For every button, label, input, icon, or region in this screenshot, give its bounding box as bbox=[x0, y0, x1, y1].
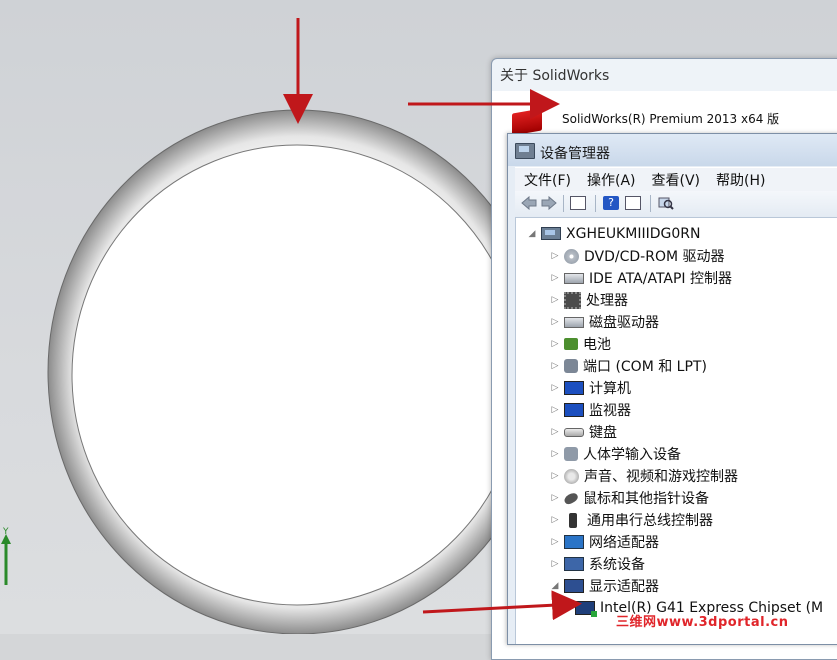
disc-drive-icon bbox=[564, 248, 579, 264]
usb-icon bbox=[569, 512, 577, 528]
tree-category-item[interactable]: ▷ 系统设备 bbox=[549, 553, 645, 575]
tree-category-item[interactable]: ▷ 端口 (COM 和 LPT) bbox=[549, 355, 707, 377]
view-icon[interactable] bbox=[625, 196, 641, 210]
forward-arrow-icon[interactable] bbox=[541, 196, 557, 210]
tree-category-item[interactable]: ▷ 网络适配器 bbox=[549, 531, 659, 553]
menu-help[interactable]: 帮助(H) bbox=[707, 168, 772, 190]
expand-arrow-icon[interactable]: ▷ bbox=[549, 295, 561, 305]
back-arrow-icon[interactable] bbox=[521, 196, 537, 210]
expand-arrow-icon[interactable]: ▷ bbox=[549, 493, 561, 503]
tree-category-label: 网络适配器 bbox=[589, 535, 659, 551]
tree-category-label: 声音、视频和游戏控制器 bbox=[584, 469, 738, 485]
tree-category-item[interactable]: ▷ 磁盘驱动器 bbox=[549, 311, 659, 333]
device-manager-title: 设备管理器 bbox=[540, 146, 610, 162]
tree-category-label: DVD/CD-ROM 驱动器 bbox=[584, 249, 725, 265]
tree-category-label: 计算机 bbox=[589, 381, 631, 397]
tree-category-item[interactable]: ▷ 人体学输入设备 bbox=[549, 443, 681, 465]
expand-arrow-icon[interactable]: ▷ bbox=[549, 273, 561, 283]
help-icon[interactable]: ? bbox=[603, 196, 619, 210]
ide-controller-icon bbox=[564, 272, 584, 284]
expand-arrow-icon[interactable]: ▷ bbox=[549, 317, 561, 327]
tree-category-item[interactable]: ▷ 电池 bbox=[549, 333, 611, 355]
axis-triad-icon bbox=[1, 534, 11, 585]
system-device-icon bbox=[564, 557, 584, 571]
tree-category-item[interactable]: ▷ 鼠标和其他指针设备 bbox=[549, 487, 709, 509]
scan-hardware-icon[interactable] bbox=[658, 196, 674, 210]
menu-bar: 文件(F) 操作(A) 查看(V) 帮助(H) bbox=[515, 167, 837, 191]
display-adapter-device-icon bbox=[575, 601, 597, 617]
device-manager-titlebar[interactable]: 设备管理器 bbox=[508, 134, 837, 166]
tree-category-label: 键盘 bbox=[589, 425, 617, 441]
about-dialog-title: 关于 SolidWorks bbox=[500, 68, 610, 84]
tree-root[interactable]: ◢ XGHEUKMIIIDG0RN bbox=[526, 223, 701, 245]
tree-category-label: 显示适配器 bbox=[589, 579, 659, 595]
toolbar-separator bbox=[563, 195, 564, 212]
tree-category-item[interactable]: ▷ DVD/CD-ROM 驱动器 bbox=[549, 245, 725, 267]
tree-root-label: XGHEUKMIIIDG0RN bbox=[566, 226, 701, 242]
properties-icon[interactable] bbox=[570, 196, 586, 210]
expand-arrow-icon[interactable]: ▷ bbox=[549, 339, 561, 349]
tree-category-item[interactable]: ▷ 监视器 bbox=[549, 399, 631, 421]
tree-category-item[interactable]: ▷ 键盘 bbox=[549, 421, 617, 443]
device-tree: ◢ XGHEUKMIIIDG0RN ▷ DVD/CD-ROM 驱动器 ▷ IDE AT… bbox=[515, 218, 837, 644]
product-version-text: SolidWorks(R) Premium 2013 x64 版 bbox=[562, 112, 780, 126]
tree-category-label: 人体学输入设备 bbox=[583, 447, 681, 463]
port-icon bbox=[564, 359, 578, 373]
toolbar: ? bbox=[515, 191, 837, 218]
expand-arrow-icon[interactable]: ▷ bbox=[549, 405, 561, 415]
collapse-arrow-icon[interactable]: ◢ bbox=[549, 581, 561, 591]
disk-drive-icon bbox=[564, 316, 584, 328]
expand-arrow-icon[interactable]: ▷ bbox=[549, 537, 561, 547]
tree-category-label: 鼠标和其他指针设备 bbox=[583, 491, 709, 507]
watermark-text: 三维网www.3dportal.cn bbox=[616, 615, 789, 630]
tree-category-label: 监视器 bbox=[589, 403, 631, 419]
expand-arrow-icon[interactable]: ▷ bbox=[549, 471, 561, 481]
expand-arrow-icon[interactable]: ▷ bbox=[549, 449, 561, 459]
tree-category-label: 通用串行总线控制器 bbox=[587, 513, 713, 529]
human-interface-icon bbox=[564, 447, 578, 461]
monitor-icon bbox=[564, 403, 584, 417]
collapse-arrow-icon[interactable]: ◢ bbox=[526, 229, 538, 239]
expand-arrow-icon[interactable]: ▷ bbox=[549, 427, 561, 437]
processor-icon bbox=[564, 291, 581, 309]
computer-icon bbox=[564, 381, 584, 395]
expand-arrow-icon[interactable]: ▷ bbox=[549, 361, 561, 371]
tree-category-item[interactable]: ▷ 计算机 bbox=[549, 377, 631, 399]
expand-arrow-icon[interactable]: ▷ bbox=[549, 383, 561, 393]
axis-label-y: Y bbox=[3, 527, 9, 537]
tree-category-label: IDE ATA/ATAPI 控制器 bbox=[589, 271, 733, 287]
menu-view[interactable]: 查看(V) bbox=[643, 168, 708, 190]
tree-category-label: 处理器 bbox=[586, 293, 628, 309]
keyboard-icon bbox=[564, 427, 584, 437]
expand-arrow-icon[interactable]: ▷ bbox=[549, 559, 561, 569]
tree-category-label: 磁盘驱动器 bbox=[589, 315, 659, 331]
tree-category-item[interactable]: ▷ IDE ATA/ATAPI 控制器 bbox=[549, 267, 732, 289]
display-adapter-icon bbox=[564, 579, 584, 593]
device-manager-icon bbox=[515, 143, 535, 159]
menu-file[interactable]: 文件(F) bbox=[515, 168, 578, 190]
toolbar-separator bbox=[650, 195, 651, 212]
tree-category-item[interactable]: ◢ 显示适配器 bbox=[549, 575, 659, 597]
expand-arrow-icon[interactable]: ▷ bbox=[549, 515, 561, 525]
toolbar-separator bbox=[595, 195, 596, 212]
tree-category-label: 系统设备 bbox=[589, 557, 645, 573]
tree-category-label: 电池 bbox=[583, 337, 611, 353]
battery-icon bbox=[564, 338, 578, 350]
tree-category-item[interactable]: ▷ 处理器 bbox=[549, 289, 628, 311]
tree-category-label: 端口 (COM 和 LPT) bbox=[583, 359, 707, 375]
menu-action[interactable]: 操作(A) bbox=[578, 168, 643, 190]
network-adapter-icon bbox=[564, 535, 584, 549]
sound-icon bbox=[564, 468, 579, 484]
mouse-icon bbox=[562, 490, 580, 506]
device-manager-window: 设备管理器 文件(F) 操作(A) 查看(V) 帮助(H) ? ◢ XGHEUKMII… bbox=[507, 133, 837, 645]
computer-icon bbox=[541, 226, 561, 240]
expand-arrow-icon[interactable]: ▷ bbox=[549, 251, 561, 261]
tree-category-item[interactable]: ▷ 通用串行总线控制器 bbox=[549, 509, 713, 531]
tree-category-item[interactable]: ▷ 声音、视频和游戏控制器 bbox=[549, 465, 738, 487]
